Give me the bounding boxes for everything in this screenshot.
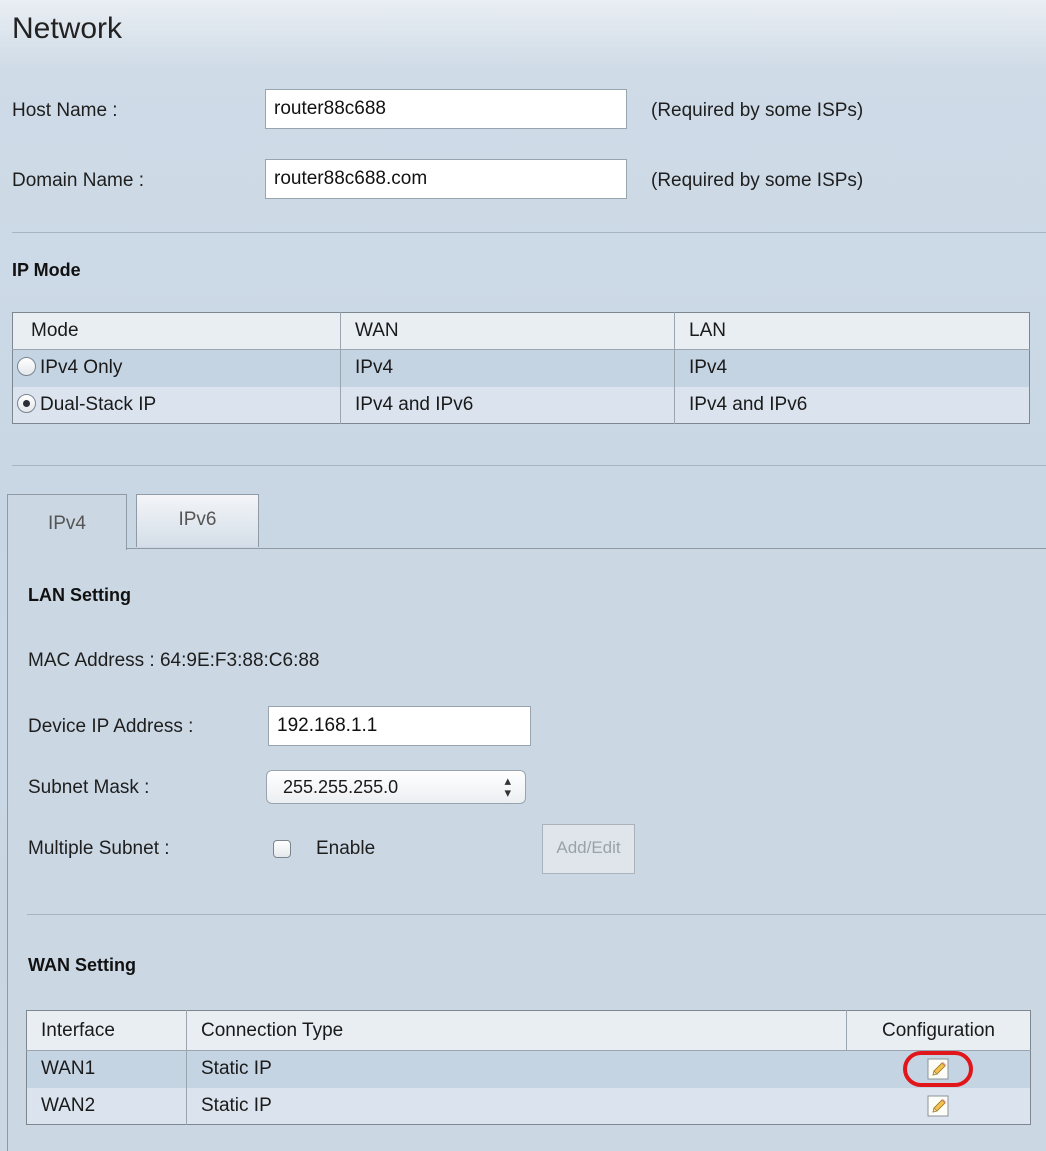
- add-edit-button[interactable]: Add/Edit: [542, 824, 635, 874]
- column-header-configuration: Configuration: [846, 1010, 1031, 1051]
- connection-type-cell: Static IP: [201, 1058, 272, 1080]
- wan-cell: IPv4: [340, 349, 675, 387]
- interface-cell: WAN1: [26, 1050, 187, 1088]
- column-header-mode: Mode: [12, 312, 341, 350]
- table-row: WAN1 Static IP: [26, 1050, 1031, 1088]
- connection-type-cell: Static IP: [201, 1094, 272, 1116]
- domain-name-label: Domain Name :: [12, 170, 144, 191]
- ip-mode-table: Mode WAN LAN IPv4 Only IPv4 IPv4 Dual-St…: [12, 312, 1030, 424]
- wan-table: Interface Connection Type Configuration …: [26, 1010, 1031, 1125]
- divider: [12, 232, 1046, 233]
- column-header-lan: LAN: [674, 312, 1030, 350]
- select-arrows-icon: ▴ ▾: [504, 773, 511, 800]
- mode-label: Dual-Stack IP: [40, 393, 157, 415]
- pencil-edit-icon[interactable]: [927, 1095, 949, 1117]
- table-row: WAN2 Static IP: [26, 1087, 1031, 1125]
- host-name-label: Host Name :: [12, 100, 118, 121]
- wan-setting-heading: WAN Setting: [28, 955, 136, 975]
- enable-checkbox[interactable]: [273, 840, 291, 858]
- wan-header-row: Interface Connection Type Configuration: [26, 1010, 1031, 1051]
- subnet-mask-label: Subnet Mask :: [28, 777, 150, 798]
- host-name-note: (Required by some ISPs): [651, 100, 864, 121]
- enable-label: Enable: [316, 838, 376, 859]
- dual-stack-radio[interactable]: [17, 393, 36, 413]
- host-name-input[interactable]: router88c688: [265, 89, 627, 129]
- device-ip-label: Device IP Address :: [28, 716, 194, 737]
- multiple-subnet-label: Multiple Subnet :: [28, 838, 170, 859]
- interface-cell: WAN2: [26, 1087, 187, 1125]
- mac-address-text: MAC Address : 64:9E:F3:88:C6:88: [28, 650, 320, 671]
- divider: [12, 465, 1046, 466]
- lan-cell: IPv4 and IPv6: [689, 393, 808, 415]
- configuration-cell: [847, 1088, 1031, 1125]
- mode-label: IPv4 Only: [40, 357, 123, 379]
- column-header-interface: Interface: [26, 1010, 187, 1051]
- mode-cell: Dual-Stack IP: [12, 386, 341, 424]
- column-header-connection-type: Connection Type: [186, 1010, 847, 1051]
- divider: [27, 914, 1046, 915]
- lan-cell: IPv4: [689, 357, 728, 379]
- ip-mode-heading: IP Mode: [12, 260, 81, 280]
- lan-setting-heading: LAN Setting: [28, 585, 131, 605]
- wan-cell: IPv4 and IPv6: [340, 386, 675, 424]
- tab-ipv4[interactable]: IPv4: [7, 494, 127, 550]
- device-ip-input[interactable]: 192.168.1.1: [268, 706, 531, 746]
- subnet-mask-value: 255.255.255.0: [283, 777, 399, 797]
- ip-mode-header-row: Mode WAN LAN: [12, 312, 1030, 350]
- domain-name-input[interactable]: router88c688.com: [265, 159, 627, 199]
- ipv4-only-radio[interactable]: [17, 357, 36, 377]
- configuration-cell: [847, 1051, 1031, 1088]
- column-header-wan: WAN: [340, 312, 675, 350]
- table-row: IPv4 Only IPv4 IPv4: [12, 349, 1030, 387]
- mode-cell: IPv4 Only: [12, 349, 341, 387]
- tab-ipv6[interactable]: IPv6: [136, 494, 259, 547]
- domain-name-note: (Required by some ISPs): [651, 170, 864, 191]
- subnet-mask-select[interactable]: 255.255.255.0 ▴ ▾: [266, 770, 526, 804]
- page-title: Network: [12, 12, 123, 45]
- table-row: Dual-Stack IP IPv4 and IPv6 IPv4 and IPv…: [12, 386, 1030, 424]
- highlight-ring: [903, 1051, 974, 1088]
